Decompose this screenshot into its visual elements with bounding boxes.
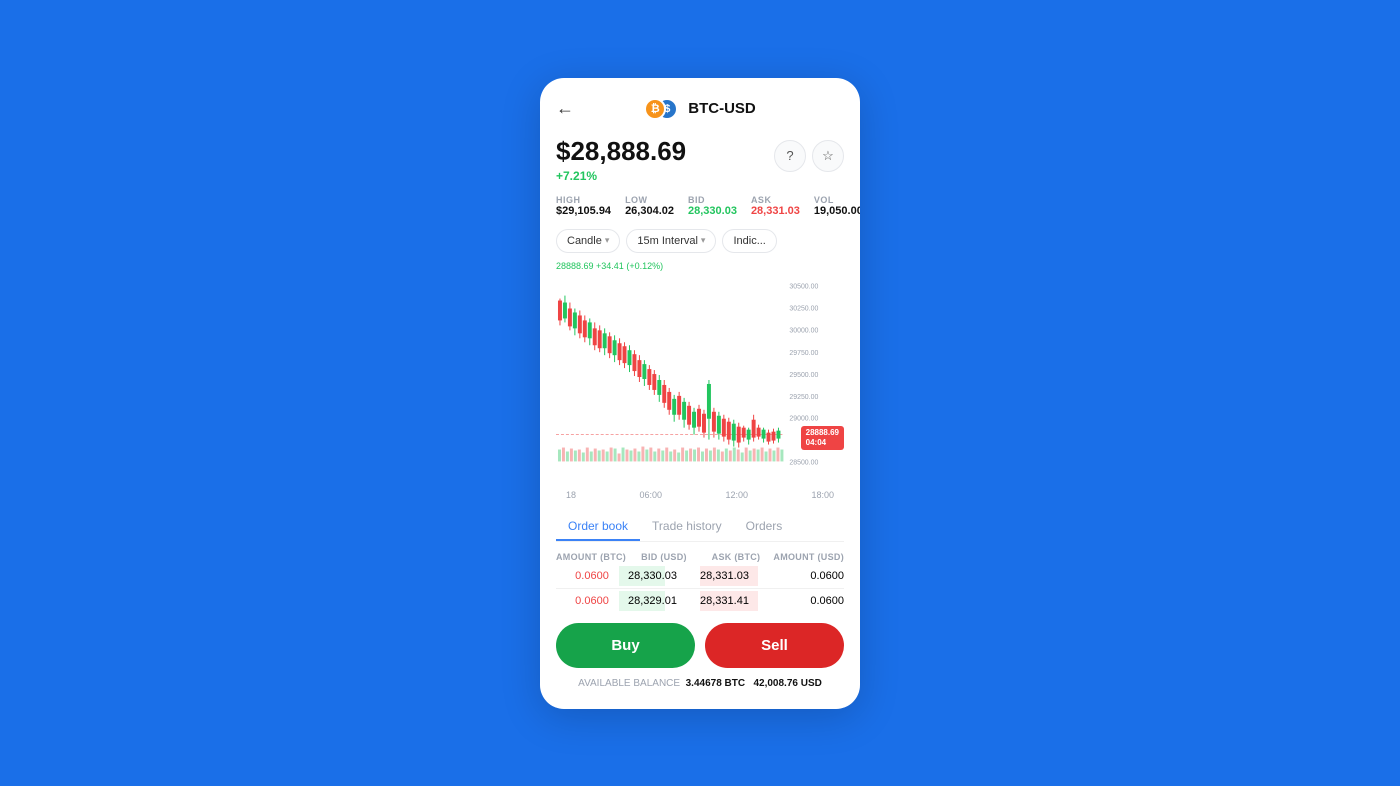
col-bid: BID (USD) (628, 552, 700, 562)
stat-vol: VOL 19,050.00 (814, 195, 860, 217)
stat-bid-value: 28,330.03 (688, 205, 737, 217)
row2-ask: 28,331.41 (700, 595, 772, 607)
chart-price-label: 28888.69 +34.41 (+0.12%) (556, 261, 844, 271)
help-button[interactable]: ? (774, 140, 806, 172)
interval-chevron: ▾ (701, 235, 706, 246)
chart-x-labels: 18 06:00 12:00 18:00 (556, 490, 844, 500)
col-ask: ASK (BTC) (700, 552, 772, 562)
stats-row: HIGH $29,105.94 LOW 26,304.02 BID 28,330… (556, 195, 844, 217)
stat-ask: ASK 28,331.03 (751, 195, 800, 217)
order-row: 0.0600 28,330.03 28,331.03 0.0600 (556, 566, 844, 586)
order-row-2: 0.0600 28,329.01 28,331.41 0.0600 (556, 591, 844, 611)
price-change: +7.21% (556, 169, 686, 183)
price-row: $28,888.69 +7.21% ? ☆ (556, 136, 844, 183)
header: ← ₿ $ BTC-USD (556, 98, 844, 120)
stat-low-label: LOW (625, 195, 674, 205)
btc-icon: ₿ (644, 98, 666, 120)
divider (556, 588, 844, 589)
x-label-18b: 18:00 (811, 490, 834, 500)
col-amount-btc: AMOUNT (BTC) (556, 552, 628, 562)
stat-high: HIGH $29,105.94 (556, 195, 611, 217)
stat-ask-value: 28,331.03 (751, 205, 800, 217)
buy-button[interactable]: Buy (556, 623, 695, 668)
stat-high-value: $29,105.94 (556, 205, 611, 217)
price-section: $28,888.69 +7.21% ? ☆ (556, 136, 844, 183)
stat-vol-value: 19,050.00 (814, 205, 860, 217)
candle-label: Candle (567, 235, 602, 247)
row2-bid: 28,329.01 (628, 595, 700, 607)
stat-bid-label: BID (688, 195, 737, 205)
sell-button[interactable]: Sell (705, 623, 844, 668)
stat-high-label: HIGH (556, 195, 611, 205)
stat-low: LOW 26,304.02 (625, 195, 674, 217)
tab-orders[interactable]: Orders (734, 513, 795, 541)
trading-card: ← ₿ $ BTC-USD $28,888.69 +7.21% ? ☆ HIGH… (540, 78, 860, 709)
tab-order-book[interactable]: Order book (556, 513, 640, 541)
price-main: $28,888.69 (556, 136, 686, 167)
price-info: $28,888.69 +7.21% (556, 136, 686, 183)
stat-low-value: 26,304.02 (625, 205, 674, 217)
col-amount-usd: AMOUNT (USD) (772, 552, 844, 562)
balance-row: AVAILABLE BALANCE 3.44678 BTC 42,008.76 … (556, 678, 844, 689)
svg-text:29500.00: 29500.00 (789, 372, 818, 379)
svg-text:29750.00: 29750.00 (789, 350, 818, 357)
stat-bid: BID 28,330.03 (688, 195, 737, 217)
svg-text:30000.00: 30000.00 (789, 327, 818, 334)
pair-info: ₿ $ BTC-USD (644, 98, 756, 120)
order-book: AMOUNT (BTC) BID (USD) ASK (BTC) AMOUNT … (556, 552, 844, 611)
svg-text:28500.00: 28500.00 (789, 459, 818, 466)
x-label-18: 18 (566, 490, 576, 500)
row2-amount-btc: 0.0600 (556, 595, 628, 607)
row1-amount-btc: 0.0600 (556, 570, 628, 582)
balance-btc: 3.44678 BTC (686, 678, 745, 689)
candle-selector[interactable]: Candle ▾ (556, 229, 620, 253)
candlestick-chart: 30500.00 30250.00 30000.00 29750.00 2950… (556, 275, 844, 485)
row1-bid: 28,330.03 (628, 570, 700, 582)
svg-text:30500.00: 30500.00 (789, 283, 818, 290)
row1-ask: 28,331.03 (700, 570, 772, 582)
watchlist-button[interactable]: ☆ (812, 140, 844, 172)
action-buttons: Buy Sell (556, 623, 844, 668)
x-label-12: 12:00 (725, 490, 748, 500)
interval-label: 15m Interval (637, 235, 698, 247)
balance-usd: 42,008.76 USD (753, 678, 821, 689)
stat-ask-label: ASK (751, 195, 800, 205)
coin-icons: ₿ $ (644, 98, 680, 120)
svg-text:29250.00: 29250.00 (789, 393, 818, 400)
interval-selector[interactable]: 15m Interval ▾ (626, 229, 716, 253)
back-button[interactable]: ← (556, 98, 574, 119)
chart-area: 28888.69 +34.41 (+0.12%) 30500.00 30250.… (556, 261, 844, 501)
svg-text:29000.00: 29000.00 (789, 415, 818, 422)
svg-text:30250.00: 30250.00 (789, 305, 818, 312)
indicators-label: Indic... (733, 235, 765, 247)
row2-amount-usd: 0.0600 (772, 595, 844, 607)
balance-label: AVAILABLE BALANCE (578, 678, 680, 689)
order-book-header: AMOUNT (BTC) BID (USD) ASK (BTC) AMOUNT … (556, 552, 844, 562)
chart-controls: Candle ▾ 15m Interval ▾ Indic... (556, 229, 844, 253)
icon-buttons: ? ☆ (774, 140, 844, 172)
tab-trade-history[interactable]: Trade history (640, 513, 734, 541)
pair-title: BTC-USD (688, 100, 756, 117)
row1-amount-usd: 0.0600 (772, 570, 844, 582)
indicators-selector[interactable]: Indic... (722, 229, 776, 253)
candle-chevron: ▾ (605, 235, 610, 246)
tabs: Order book Trade history Orders (556, 513, 844, 542)
x-label-06: 06:00 (639, 490, 662, 500)
stat-vol-label: VOL (814, 195, 860, 205)
current-price-badge: 28888.69 04:04 (801, 426, 844, 451)
